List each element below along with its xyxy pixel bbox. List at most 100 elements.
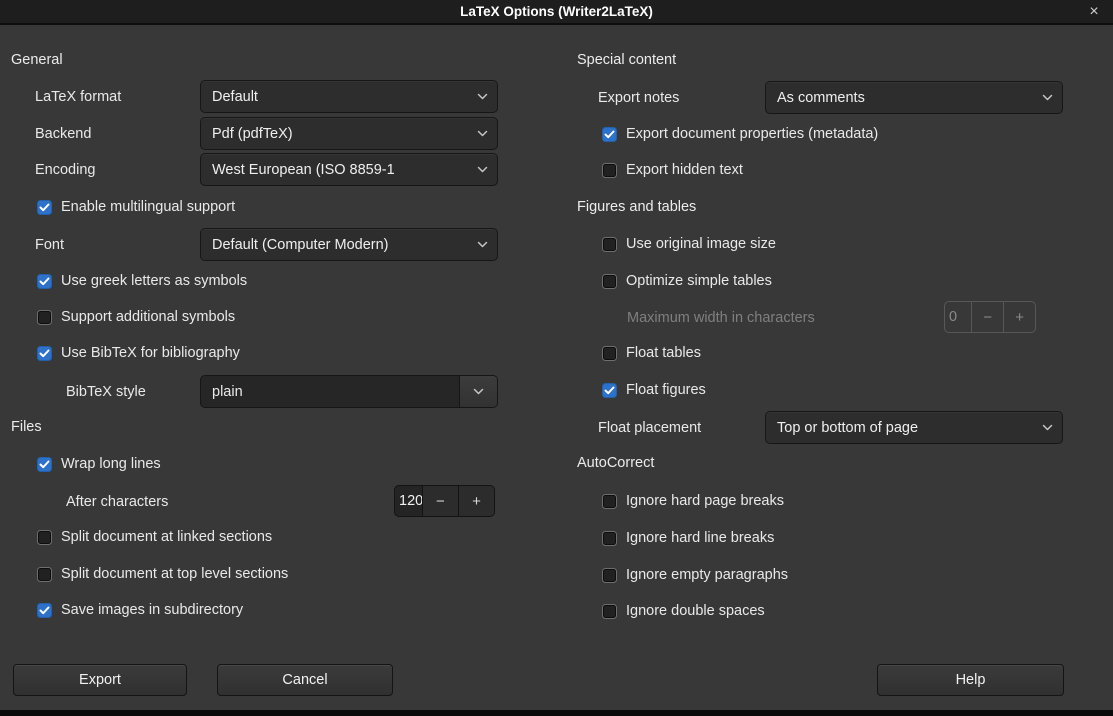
checkbox-ignore-hard-line-breaks[interactable]: Ignore hard line breaks — [602, 522, 774, 554]
checkbox-label: Ignore hard page breaks — [626, 493, 784, 509]
checkbox-unchecked-icon — [37, 567, 52, 582]
checkbox-unchecked-icon — [602, 568, 617, 583]
section-general: General — [11, 50, 63, 70]
checkbox-export-hidden-text[interactable]: Export hidden text — [602, 154, 743, 186]
backend-value: Pdf (pdfTeX) — [212, 126, 471, 142]
chevron-down-icon — [477, 93, 488, 100]
minus-button[interactable]: − — [422, 486, 458, 516]
cancel-button[interactable]: Cancel — [217, 664, 393, 696]
checkbox-optimize-simple-tables[interactable]: Optimize simple tables — [602, 265, 772, 297]
float-placement-label: Float placement — [598, 411, 701, 444]
checkbox-ignore-hard-page-breaks[interactable]: Ignore hard page breaks — [602, 485, 784, 517]
checkbox-checked-icon — [37, 346, 52, 361]
plus-button: + — [1003, 302, 1035, 332]
checkbox-enable-multilingual-support[interactable]: Enable multilingual support — [37, 191, 235, 223]
close-icon[interactable]: × — [1081, 0, 1107, 23]
latex-format-value: Default — [212, 89, 471, 105]
checkbox-unchecked-icon — [37, 310, 52, 325]
latex-format-label: LaTeX format — [35, 80, 121, 113]
section-figures-tables: Figures and tables — [577, 197, 696, 217]
after-characters-label: After characters — [66, 485, 168, 518]
titlebar: LaTeX Options (Writer2LaTeX) × — [0, 0, 1113, 25]
dialog-title: LaTeX Options (Writer2LaTeX) — [460, 4, 653, 19]
checkbox-checked-icon — [37, 603, 52, 618]
checkbox-label: Ignore empty paragraphs — [626, 567, 788, 583]
checkbox-checked-icon — [602, 383, 617, 398]
checkbox-label: Float tables — [626, 345, 701, 361]
checkbox-label: Enable multilingual support — [61, 199, 235, 215]
checkbox-label: Export document properties (metadata) — [626, 126, 878, 142]
checkbox-unchecked-icon — [602, 604, 617, 619]
checkbox-split-top-level-sections[interactable]: Split document at top level sections — [37, 558, 288, 590]
checkbox-label: Optimize simple tables — [626, 273, 772, 289]
backend-label: Backend — [35, 117, 91, 150]
checkbox-label: Export hidden text — [626, 162, 743, 178]
checkbox-ignore-double-spaces[interactable]: Ignore double spaces — [602, 595, 765, 627]
checkbox-label: Use BibTeX for bibliography — [61, 345, 240, 361]
help-button[interactable]: Help — [877, 664, 1064, 696]
encoding-select[interactable]: West European (ISO 8859-1 — [200, 153, 498, 186]
checkbox-checked-icon — [37, 200, 52, 215]
checkbox-float-tables[interactable]: Float tables — [602, 337, 701, 369]
checkbox-float-figures[interactable]: Float figures — [602, 374, 706, 406]
checkbox-unchecked-icon — [602, 346, 617, 361]
chevron-down-icon — [477, 130, 488, 137]
font-value: Default (Computer Modern) — [212, 237, 471, 253]
checkbox-use-greek-letters[interactable]: Use greek letters as symbols — [37, 265, 247, 297]
encoding-value: West European (ISO 8859-1 — [212, 162, 471, 178]
chevron-down-icon — [477, 241, 488, 248]
checkbox-use-bibtex[interactable]: Use BibTeX for bibliography — [37, 337, 240, 369]
section-autocorrect: AutoCorrect — [577, 453, 654, 473]
maximum-width-spinner: 0 − + — [944, 301, 1036, 333]
checkbox-unchecked-icon — [602, 274, 617, 289]
section-files: Files — [11, 417, 42, 437]
after-characters-spinner[interactable]: 120 − + — [394, 485, 495, 517]
chevron-down-icon — [1042, 424, 1053, 431]
export-button[interactable]: Export — [13, 664, 187, 696]
chevron-down-icon — [477, 166, 488, 173]
plus-button[interactable]: + — [458, 486, 494, 516]
checkbox-split-linked-sections[interactable]: Split document at linked sections — [37, 521, 272, 553]
spinner-value: 0 — [945, 302, 971, 332]
checkbox-wrap-long-lines[interactable]: Wrap long lines — [37, 448, 161, 480]
window-bottom-edge — [0, 710, 1113, 716]
maximum-width-label: Maximum width in characters — [627, 301, 815, 334]
export-notes-select[interactable]: As comments — [765, 81, 1063, 114]
checkbox-label: Split document at linked sections — [61, 529, 272, 545]
backend-select[interactable]: Pdf (pdfTeX) — [200, 117, 498, 150]
export-notes-label: Export notes — [598, 81, 679, 114]
checkbox-unchecked-icon — [602, 531, 617, 546]
checkbox-unchecked-icon — [37, 530, 52, 545]
checkbox-checked-icon — [37, 274, 52, 289]
checkbox-checked-icon — [602, 127, 617, 142]
minus-button: − — [971, 302, 1003, 332]
checkbox-save-images-subdirectory[interactable]: Save images in subdirectory — [37, 594, 243, 626]
font-select[interactable]: Default (Computer Modern) — [200, 228, 498, 261]
checkbox-checked-icon — [37, 457, 52, 472]
bibtex-style-value[interactable]: plain — [201, 376, 459, 407]
combobox-dropdown-button[interactable] — [459, 376, 497, 407]
checkbox-label: Ignore hard line breaks — [626, 530, 774, 546]
checkbox-label: Wrap long lines — [61, 456, 161, 472]
checkbox-unchecked-icon — [602, 163, 617, 178]
bibtex-style-combobox[interactable]: plain — [200, 375, 498, 408]
float-placement-select[interactable]: Top or bottom of page — [765, 411, 1063, 444]
checkbox-export-document-properties[interactable]: Export document properties (metadata) — [602, 118, 878, 150]
checkbox-ignore-empty-paragraphs[interactable]: Ignore empty paragraphs — [602, 559, 788, 591]
encoding-label: Encoding — [35, 153, 95, 186]
checkbox-label: Use original image size — [626, 236, 776, 252]
checkbox-use-original-image-size[interactable]: Use original image size — [602, 228, 776, 260]
latex-format-select[interactable]: Default — [200, 80, 498, 113]
section-special-content: Special content — [577, 50, 676, 70]
export-notes-value: As comments — [777, 90, 1036, 106]
float-placement-value: Top or bottom of page — [777, 420, 1036, 436]
latex-options-dialog: LaTeX Options (Writer2LaTeX) × General L… — [0, 0, 1113, 716]
bibtex-style-label: BibTeX style — [66, 375, 146, 408]
spinner-value[interactable]: 120 — [395, 486, 422, 516]
font-label: Font — [35, 228, 64, 261]
checkbox-support-additional-symbols[interactable]: Support additional symbols — [37, 301, 235, 333]
chevron-down-icon — [1042, 94, 1053, 101]
checkbox-unchecked-icon — [602, 494, 617, 509]
checkbox-unchecked-icon — [602, 237, 617, 252]
checkbox-label: Float figures — [626, 382, 706, 398]
